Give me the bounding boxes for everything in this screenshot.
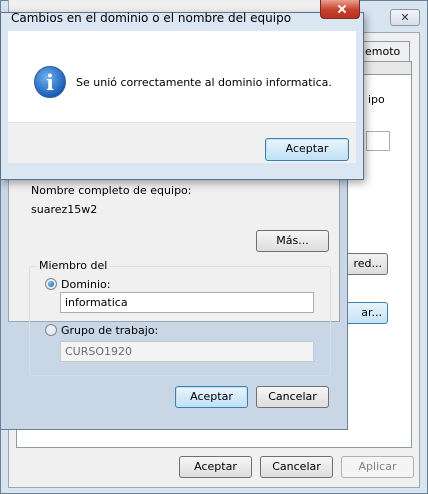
full-computer-name-value: suarez15w2 — [31, 203, 98, 216]
message-text: Se unió correctamente al dominio informa… — [76, 76, 332, 89]
change-cancel-button[interactable]: Cancelar — [256, 386, 329, 408]
back-ok-button[interactable]: Aceptar — [179, 456, 252, 478]
workgroup-label[interactable]: Grupo de trabajo: — [61, 324, 158, 337]
back-text-fragment: ipo — [368, 93, 385, 106]
close-icon: ✕ — [400, 11, 410, 24]
message-box-title: Cambios en el dominio o el nombre del eq… — [11, 11, 292, 25]
back-apply-button: Aplicar — [341, 456, 414, 478]
member-of-label: Miembro del — [36, 259, 111, 272]
back-textbox-fragment[interactable] — [366, 131, 390, 151]
full-computer-name-label: Nombre completo de equipo: — [31, 184, 192, 197]
back-window-close-button[interactable]: ✕ — [390, 9, 420, 26]
info-icon: i — [34, 66, 66, 98]
network-id-button[interactable]: red... — [344, 253, 388, 275]
workgroup-radio[interactable] — [45, 324, 57, 336]
message-ok-button[interactable]: Aceptar — [265, 138, 349, 161]
domain-radio[interactable] — [45, 278, 57, 290]
back-cancel-button[interactable]: Cancelar — [260, 456, 333, 478]
more-button[interactable]: Más... — [256, 230, 329, 252]
change-ok-button[interactable]: Aceptar — [175, 386, 248, 408]
close-icon[interactable] — [320, 0, 360, 19]
workgroup-input: CURSO1920 — [60, 341, 314, 362]
domain-input[interactable]: informatica — [60, 292, 314, 313]
domain-label[interactable]: Dominio: — [61, 278, 110, 291]
change-button[interactable]: ar... — [344, 302, 388, 324]
